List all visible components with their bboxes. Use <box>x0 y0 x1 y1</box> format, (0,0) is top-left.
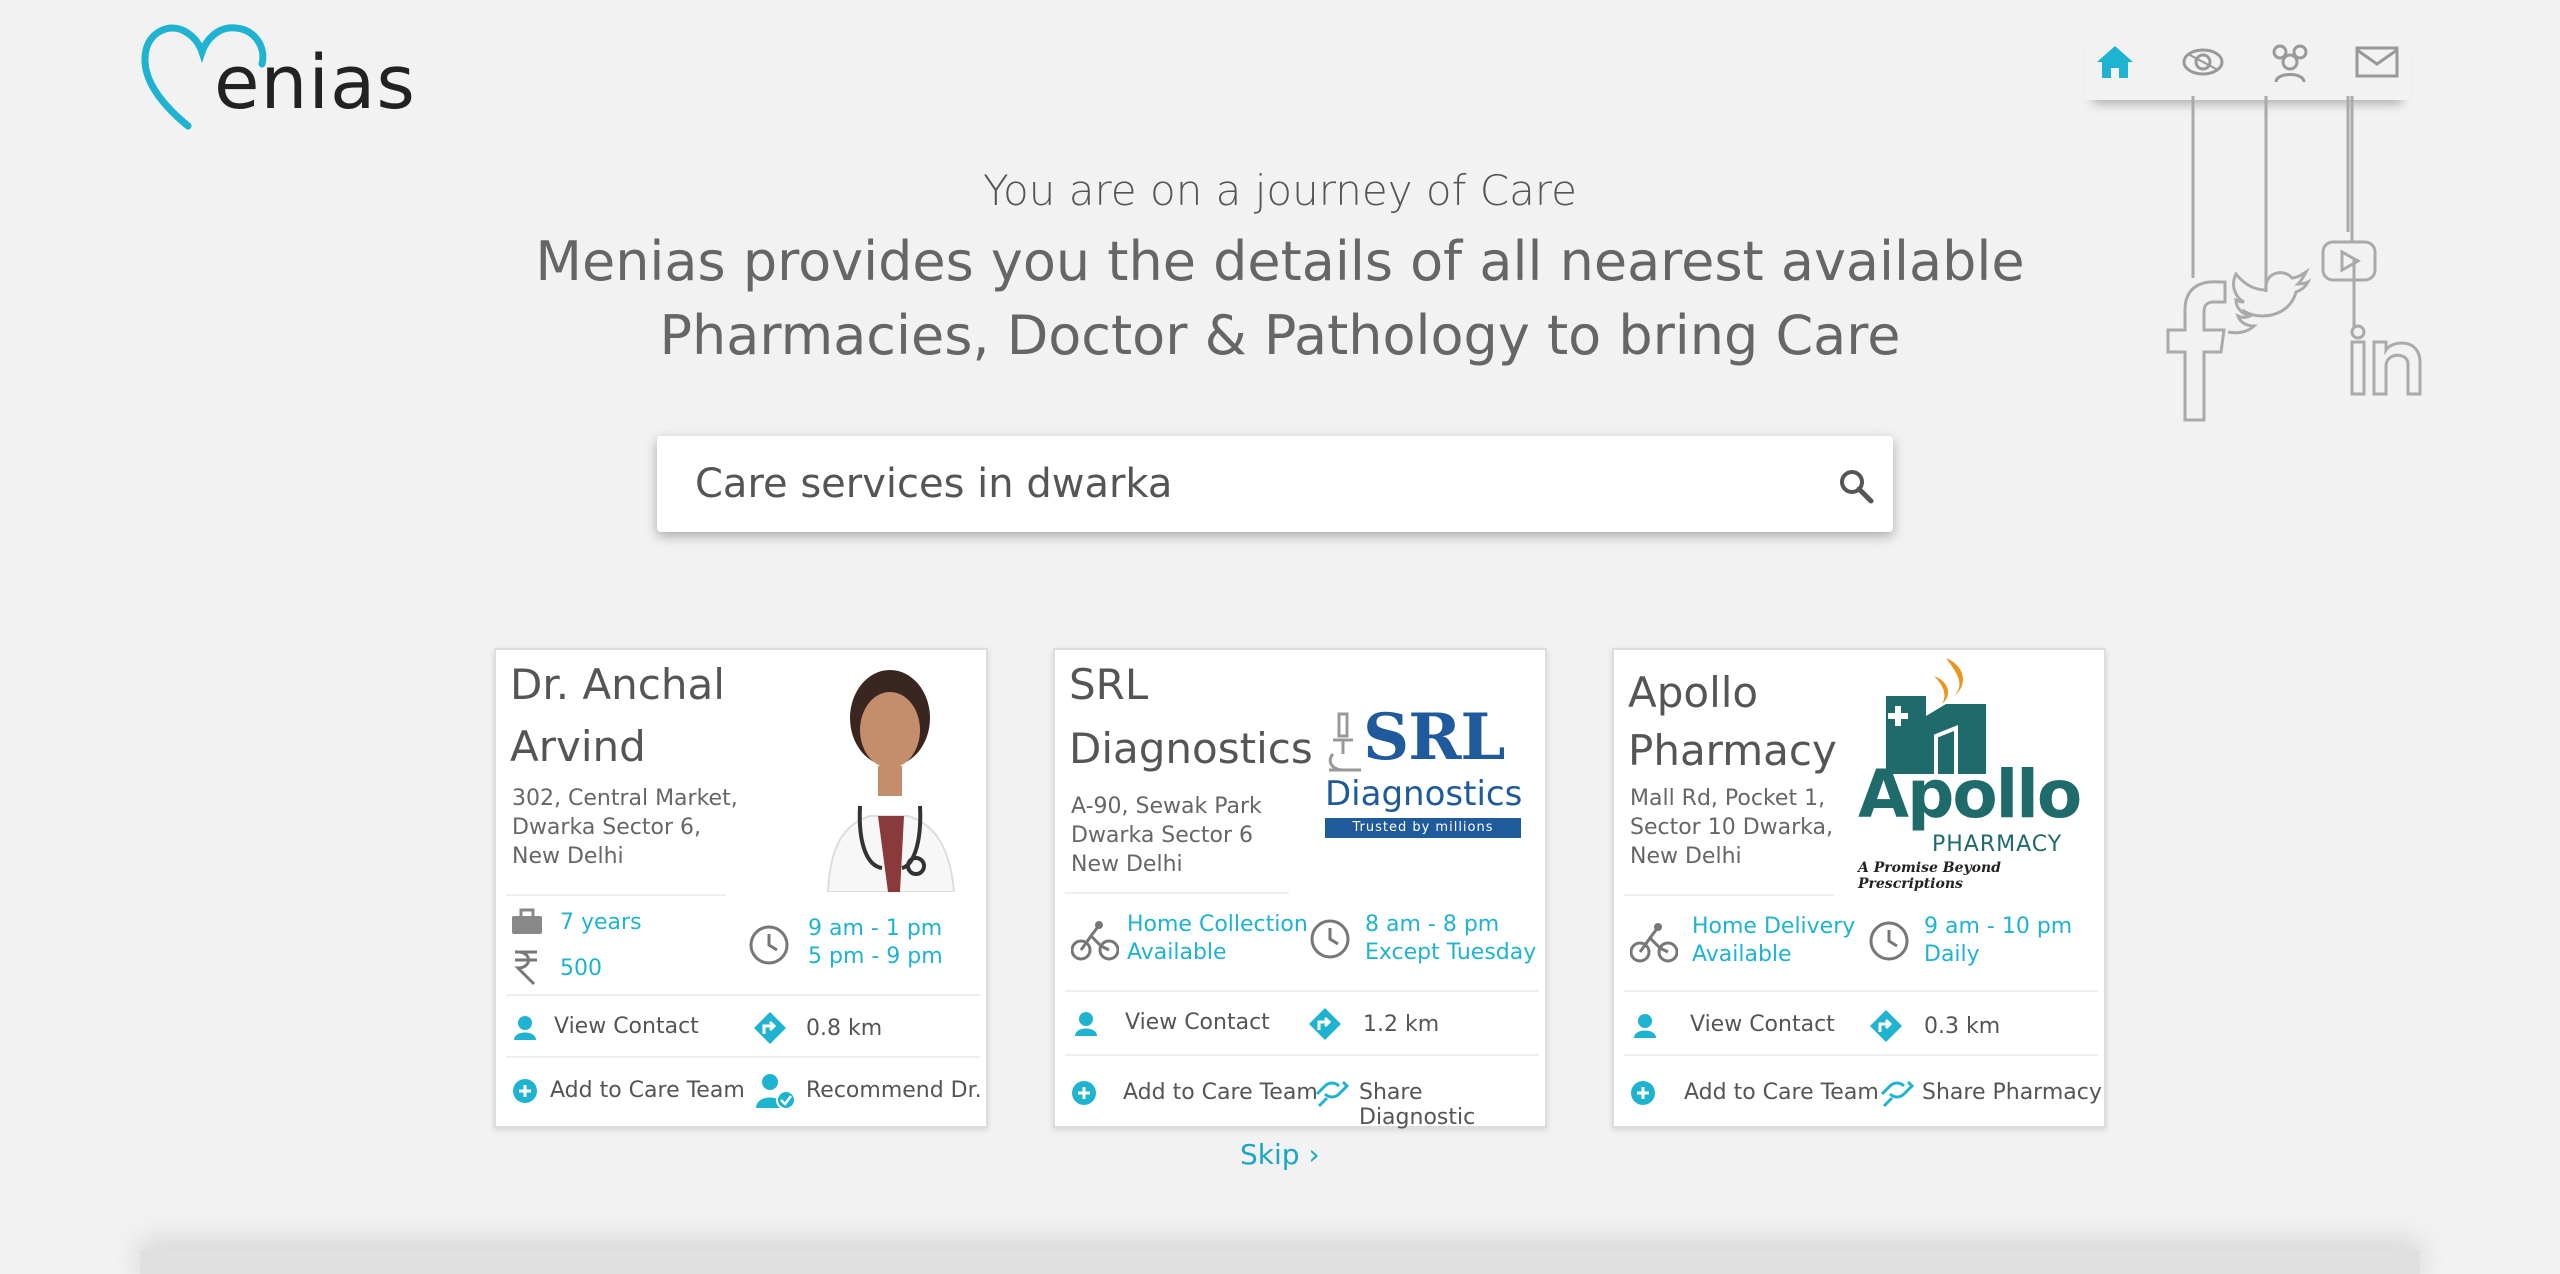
group-icon[interactable] <box>2266 40 2314 83</box>
rupee-icon <box>514 950 537 986</box>
clock-icon <box>1869 921 1909 961</box>
view-contact-link[interactable]: View Contact <box>1690 1012 1835 1037</box>
add-circle-icon[interactable] <box>1071 1080 1097 1106</box>
bicycle-icon <box>1630 923 1678 963</box>
apollo-logo: Apollo PHARMACY A Promise Beyond Prescri… <box>1858 656 2098 892</box>
clock-icon <box>749 925 789 965</box>
card-title-line-1: Apollo <box>1628 668 1759 717</box>
directions-icon <box>1309 1008 1341 1040</box>
srl-logo-sub: Diagnostics <box>1325 774 1523 814</box>
hero-tagline: You are on a journey of Care <box>982 166 1578 215</box>
brand-name: enias <box>214 40 416 126</box>
add-circle-icon[interactable] <box>512 1078 538 1104</box>
doctor-photo <box>826 670 956 892</box>
recommend-doctor-button[interactable]: Recommend Dr. <box>806 1078 982 1103</box>
card-address-line-2: Sector 10 Dwarka, <box>1630 815 1833 840</box>
search-icon[interactable] <box>1838 468 1874 504</box>
service-line-2: Available <box>1692 942 1792 967</box>
hero-line-2: Pharmacies, Doctor & Pathology to bring … <box>659 304 1901 367</box>
card-title-line-2: Diagnostics <box>1069 724 1313 773</box>
view-contact-link[interactable]: View Contact <box>1125 1010 1270 1035</box>
diagnostic-card[interactable]: SRL Diagnostics A-90, Sewak Park Dwarka … <box>1053 648 1547 1130</box>
skip-link[interactable]: Skip › <box>1240 1138 1320 1171</box>
recommend-doctor-icon[interactable] <box>756 1072 796 1110</box>
card-address-line-3: New Delhi <box>1630 844 1742 869</box>
card-address-line-2: Dwarka Sector 6 <box>1071 823 1254 848</box>
add-to-care-team-button[interactable]: Add to Care Team <box>1123 1080 1318 1105</box>
briefcase-icon <box>512 908 542 934</box>
footer-edge <box>140 1250 2420 1274</box>
hours-line-1: 8 am - 8 pm <box>1365 912 1500 937</box>
hours-line-2: Except Tuesday <box>1365 940 1537 965</box>
distance-value: 0.3 km <box>1924 1014 2001 1039</box>
service-line-1: Home Delivery <box>1692 914 1856 939</box>
home-icon[interactable] <box>2093 42 2141 82</box>
srl-logo-main: SRL <box>1363 700 1505 775</box>
share-diagnostic-button[interactable]: Share Diagnostic <box>1359 1080 1545 1130</box>
contact-person-icon <box>1634 1014 1656 1038</box>
card-address-line-1: Mall Rd, Pocket 1, <box>1630 786 1826 811</box>
search-input[interactable] <box>695 456 1775 512</box>
card-address-line-1: A-90, Sewak Park <box>1071 794 1262 819</box>
add-circle-icon[interactable] <box>1630 1080 1656 1106</box>
share-link-icon[interactable] <box>1878 1078 1914 1108</box>
bicycle-icon <box>1071 921 1119 961</box>
distance-value: 1.2 km <box>1363 1012 1440 1037</box>
view-contact-link[interactable]: View Contact <box>554 1014 699 1039</box>
share-link-icon[interactable] <box>1313 1078 1349 1108</box>
distance-value: 0.8 km <box>806 1016 883 1041</box>
pharmacy-card[interactable]: Apollo Pharmacy Mall Rd, Pocket 1, Secto… <box>1612 648 2106 1128</box>
card-address-line-2: Dwarka Sector 6, <box>512 815 701 840</box>
card-address-line-3: New Delhi <box>1071 852 1183 877</box>
microscope-icon <box>1328 712 1361 772</box>
brand-logo[interactable]: enias <box>138 18 438 130</box>
fee-value: 500 <box>560 956 602 981</box>
apollo-logo-sub: PHARMACY <box>1932 832 2063 857</box>
clock-icon <box>1310 919 1350 959</box>
card-address-line-1: 302, Central Market, <box>512 786 738 811</box>
card-title-line-1: Dr. Anchal <box>510 660 725 709</box>
hero-line-1: Menias provides you the details of all n… <box>535 230 2025 293</box>
hours-line-2: Daily <box>1924 942 1980 967</box>
directions-icon <box>754 1012 786 1044</box>
hero-heading: Menias provides you the details of all n… <box>0 225 2560 373</box>
hours-line-1: 9 am - 1 pm <box>808 916 943 941</box>
service-line-2: Available <box>1127 940 1227 965</box>
add-to-care-team-button[interactable]: Add to Care Team <box>1684 1080 1879 1105</box>
search-bar <box>657 436 1893 532</box>
apollo-logo-tagline: A Promise Beyond Prescriptions <box>1858 860 2001 892</box>
srl-logo-strip: Trusted by millions <box>1325 818 1521 838</box>
service-line-1: Home Collection <box>1127 912 1308 937</box>
apollo-logo-main: Apollo <box>1858 756 2082 833</box>
contact-person-icon <box>514 1016 536 1040</box>
card-address-line-3: New Delhi <box>512 844 624 869</box>
hours-line-2: 5 pm - 9 pm <box>808 944 943 969</box>
add-to-care-team-button[interactable]: Add to Care Team <box>550 1078 745 1103</box>
contact-person-icon <box>1075 1012 1097 1036</box>
srl-logo: SRL Diagnostics Trusted by millions <box>1325 700 1531 846</box>
mail-icon[interactable] <box>2354 42 2402 82</box>
doctor-card[interactable]: Dr. Anchal Arvind 302, Central Market, D… <box>494 648 988 1128</box>
experience-value: 7 years <box>560 910 642 935</box>
card-title-line-1: SRL <box>1069 660 1149 709</box>
hours-line-1: 9 am - 10 pm <box>1924 914 2073 939</box>
eye-icon[interactable] <box>2180 42 2228 82</box>
share-pharmacy-button[interactable]: Share Pharmacy <box>1922 1080 2102 1105</box>
card-title-line-2: Arvind <box>510 722 646 771</box>
directions-icon <box>1870 1010 1902 1042</box>
card-title-line-2: Pharmacy <box>1628 726 1837 775</box>
